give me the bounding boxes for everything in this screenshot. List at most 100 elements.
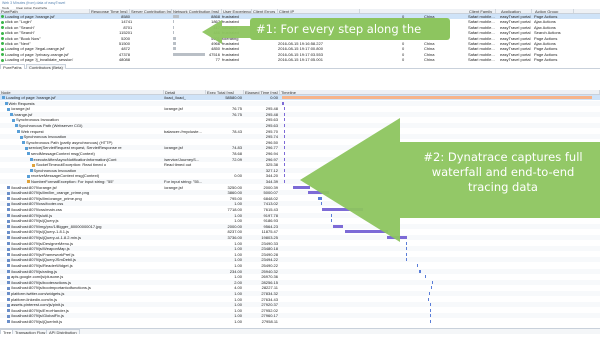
detail-cell <box>164 207 206 212</box>
node-cell: /localhost:8079/orange.jsf <box>7 185 164 190</box>
node-label: /localhost:8079/js/jQueryJSmDebil.js <box>11 257 76 263</box>
node-type-icon <box>7 225 10 229</box>
elapsed-time-cell: 26970.36 <box>261 274 278 280</box>
tab-purepaths[interactable]: PurePaths <box>0 64 25 70</box>
node-type-icon <box>7 202 10 206</box>
detail-cell <box>164 229 206 234</box>
tree-row[interactable]: /localhost:8079/js/jQueryJSmDebil.js 1.00… <box>0 257 600 263</box>
exec-total-cell: 3250.00 <box>227 184 242 190</box>
node-type-icon <box>14 124 18 128</box>
detail-cell <box>164 218 206 223</box>
node-type-icon <box>2 96 5 100</box>
timeline-bar <box>419 269 421 273</box>
elapsed-time-cell: 27960.17 <box>261 313 278 319</box>
detail-cell <box>164 297 206 302</box>
detail-cell <box>164 173 206 178</box>
timeline-bar <box>429 320 431 323</box>
tree-row[interactable]: /localhost:8079/js/GlobalFix.js 1.00 27960… <box>0 313 600 319</box>
tab-api-distribution[interactable]: API Distribution <box>46 329 80 335</box>
tree-row[interactable]: /localhost:8079/js/rating.js 234.00 25940.… <box>0 268 600 274</box>
window-title: Web 3 Minutes (from) data of easyTravel <box>2 1 66 5</box>
tree-row[interactable]: Web Requests <box>0 100 600 106</box>
detail-cell <box>164 246 206 251</box>
exec-total-cell: 78.43 <box>231 128 242 134</box>
purepath-label: click on "Search" <box>5 30 35 36</box>
tab-contributors[interactable]: Contributors (Beta) <box>26 64 66 70</box>
tree-row[interactable]: assets.pinterest.com/js/pinit.js 1.00 2792… <box>0 302 600 308</box>
node-cell: Synchronous Path (partly asynchronous) (… <box>22 140 164 145</box>
tools-label[interactable]: Tools <box>2 6 9 10</box>
elapsed-time-cell: 23480.18 <box>261 246 278 252</box>
tree-row[interactable]: /localhost:8079/js/booteractions.js 2.00 2… <box>0 279 600 285</box>
node-label: executeAfterAsyncNotificationInformation… <box>33 156 117 162</box>
tree-row[interactable]: apis.google.com/js/plusone.js 1.00 26970.3… <box>0 274 600 279</box>
node-type-icon <box>7 258 10 262</box>
timeline-bar <box>283 152 286 155</box>
detail-cell <box>164 224 206 229</box>
elapsed-time-cell: 25490.22 <box>261 263 278 268</box>
exec-total-cell: 1.00 <box>234 291 242 296</box>
table-row[interactable]: Loading of page '/j_invalidate_session' 4… <box>0 57 600 62</box>
callout-2: #2: Dynatrace captures full waterfall an… <box>410 150 596 195</box>
node-label: assets.pinterest.com/js/pinit.js <box>11 302 65 308</box>
elapsed-time-cell: 296.97 <box>265 156 278 162</box>
node-label: Synchronous Path (partly asynchronous) (… <box>26 139 113 145</box>
purepath-label: click on "Book Now" <box>5 35 41 41</box>
node-cell: /localhost:8079/js/ErrorHander.js <box>7 308 164 313</box>
timeline-bar <box>283 112 286 116</box>
bottom-tab-strip: Tree Transaction Flow API Distribution <box>0 328 600 335</box>
network-contribution-value: 77 <box>215 57 220 63</box>
exec-total-cell: 72.09 <box>231 156 242 162</box>
timeline-bar <box>431 286 433 290</box>
elapsed-time-cell: 23494.22 <box>261 257 278 263</box>
node-label: /localhost:8079/js/WeaponMap.js <box>11 246 70 252</box>
exec-total-cell: 1.00 <box>234 307 242 313</box>
tree-row[interactable]: platform.twitter.com/widgets.js 1.00 27834… <box>0 291 600 296</box>
detail-cell <box>164 134 206 139</box>
node-cell: service(ServletRequest request, ServletR… <box>24 145 165 151</box>
tree-row[interactable]: /localhost:8079/js/bootmportantcdfunctio… <box>0 285 600 290</box>
node-type-icon <box>12 118 15 122</box>
node-cell: /localhost:8079/js/FrameworkPref.js <box>7 252 164 257</box>
node-label: /localhost:8079/js/jQuery-1.8.1.js <box>11 229 70 235</box>
node-type-icon <box>7 292 10 296</box>
tab-transaction-flow[interactable]: Transaction Flow <box>12 329 49 335</box>
purepath-label: Loading of page '/j_invalidate_session' <box>5 57 74 63</box>
tree-row[interactable]: /localhost:8079/js/ReaderWidget.js 1.00 25… <box>0 263 600 268</box>
timeline-bar <box>283 146 286 150</box>
node-type-icon <box>7 214 10 218</box>
node-label: /localhost:8079/js/jQuery-ui-1.8.2.min.j… <box>11 235 82 240</box>
clear-action-purepaths-button[interactable]: Clear Action PurePaths <box>16 6 47 10</box>
tree-row[interactable]: platform.linkedin.com/in.js 1.00 27634.43 <box>0 297 600 302</box>
node-type-icon <box>7 247 10 251</box>
callout-2-line-1: #2: Dynatrace captures full <box>423 150 583 164</box>
status-dot-icon <box>1 53 4 57</box>
node-type-icon <box>7 236 10 240</box>
elapsed-time-cell: 2000.39 <box>263 184 278 190</box>
detail-cell <box>164 123 206 128</box>
status-dot-icon <box>1 20 4 24</box>
exec-total-cell: 1.00 <box>234 240 242 246</box>
node-type-icon <box>7 197 10 201</box>
node-cell: /localhost:8079/js/lim/orange_prime.png <box>7 196 164 201</box>
node-cell: SocketTimeoutException: Read timed o <box>32 162 164 167</box>
elapsed-time-cell: 296.50 <box>265 139 278 145</box>
node-label: Synchronous Invocation <box>23 134 67 140</box>
node-label: service(ServletRequest request, ServletR… <box>28 145 122 151</box>
tree-row[interactable]: /localhost:8079/js/FrameworkPref.js 1.00 2… <box>0 252 600 257</box>
response-time: 48088 <box>118 57 130 63</box>
tree-row[interactable]: Loading of page '/orange.jsf' /load_/load… <box>0 95 600 100</box>
purepath-name: Loading of page '/j_invalidate_session' <box>1 57 89 62</box>
detail-cell <box>164 257 206 262</box>
node-cell: Web request <box>17 129 164 134</box>
node-type-icon <box>7 270 10 274</box>
tree-row[interactable]: /localhost:8079/js/ErrorHander.js 1.00 279… <box>0 308 600 313</box>
node-type-icon <box>7 281 10 285</box>
timeline-bar <box>283 157 286 161</box>
node-label: /localhost:8079/js/rating.js <box>11 268 58 274</box>
node-type-icon <box>27 174 30 178</box>
network-contribution: 77 <box>172 57 222 62</box>
exec-total-cell: 1.00 <box>234 246 242 252</box>
node-cell: /localhost:8079/js/jQuery-ui-1.8.2.min.j… <box>7 235 164 240</box>
tree-row[interactable]: /localhost:8079/js/jQuerInit.js 1.00 27958… <box>0 319 600 324</box>
